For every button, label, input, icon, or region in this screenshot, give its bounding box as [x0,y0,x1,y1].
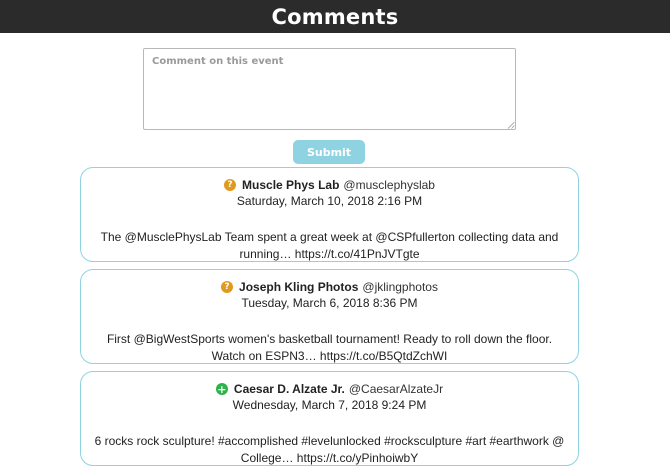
tweet-card: ? Muscle Phys Lab @musclephyslab Saturda… [80,167,579,262]
tweet-author-row: ? Joseph Kling Photos @jklingphotos [81,279,578,295]
author-name: Caesar D. Alzate Jr. [233,382,345,396]
tweet-card: ? Joseph Kling Photos @jklingphotos Tues… [80,269,579,364]
question-circle-icon: ? [224,179,237,191]
tweet-date: Saturday, March 10, 2018 2:16 PM [236,194,423,208]
tweet-card: + Caesar D. Alzate Jr. @CaesarAlzateJr W… [80,371,579,466]
author-name: Muscle Phys Lab [242,178,340,192]
question-circle-icon: ? [221,281,234,293]
page-header: Comments [0,0,670,33]
plus-circle-icon: + [215,382,228,396]
author-handle: @jklingphotos [362,280,438,294]
tweet-text-line: The @MusclePhysLab Team spent a great we… [100,230,559,244]
author-handle: @CaesarAlzateJr [348,382,444,396]
tweet-text-line: 6 rocks rock sculpture! #accomplished #l… [94,434,565,448]
tweet-text: First @BigWestSports women's basketball … [95,331,565,363]
tweet-text: The @MusclePhysLab Team spent a great we… [95,229,565,261]
tweet-text: 6 rocks rock sculpture! #accomplished #l… [94,433,565,465]
author-handle: @musclephyslab [343,178,435,192]
author-name: Joseph Kling Photos [239,280,359,294]
comment-input[interactable] [143,48,516,130]
tweet-author-row: + Caesar D. Alzate Jr. @CaesarAlzateJr [81,381,578,397]
page-title: Comments [271,4,399,29]
tweet-date: Wednesday, March 7, 2018 9:24 PM [232,398,427,412]
tweet-date: Tuesday, March 6, 2018 8:36 PM [241,296,418,310]
tweet-text-line: First @BigWestSports women's basketball … [106,332,553,346]
tweet-text-line: running… https://t.co/41PnJVTgte [239,247,420,261]
tweet-author-row: ? Muscle Phys Lab @musclephyslab [81,177,578,193]
tweet-text-line: College… https://t.co/yPinhoiwbY [240,451,419,465]
submit-button[interactable]: Submit [293,140,365,164]
tweet-text-line: Watch on ESPN3… https://t.co/B5QtdZchWI [211,349,448,363]
